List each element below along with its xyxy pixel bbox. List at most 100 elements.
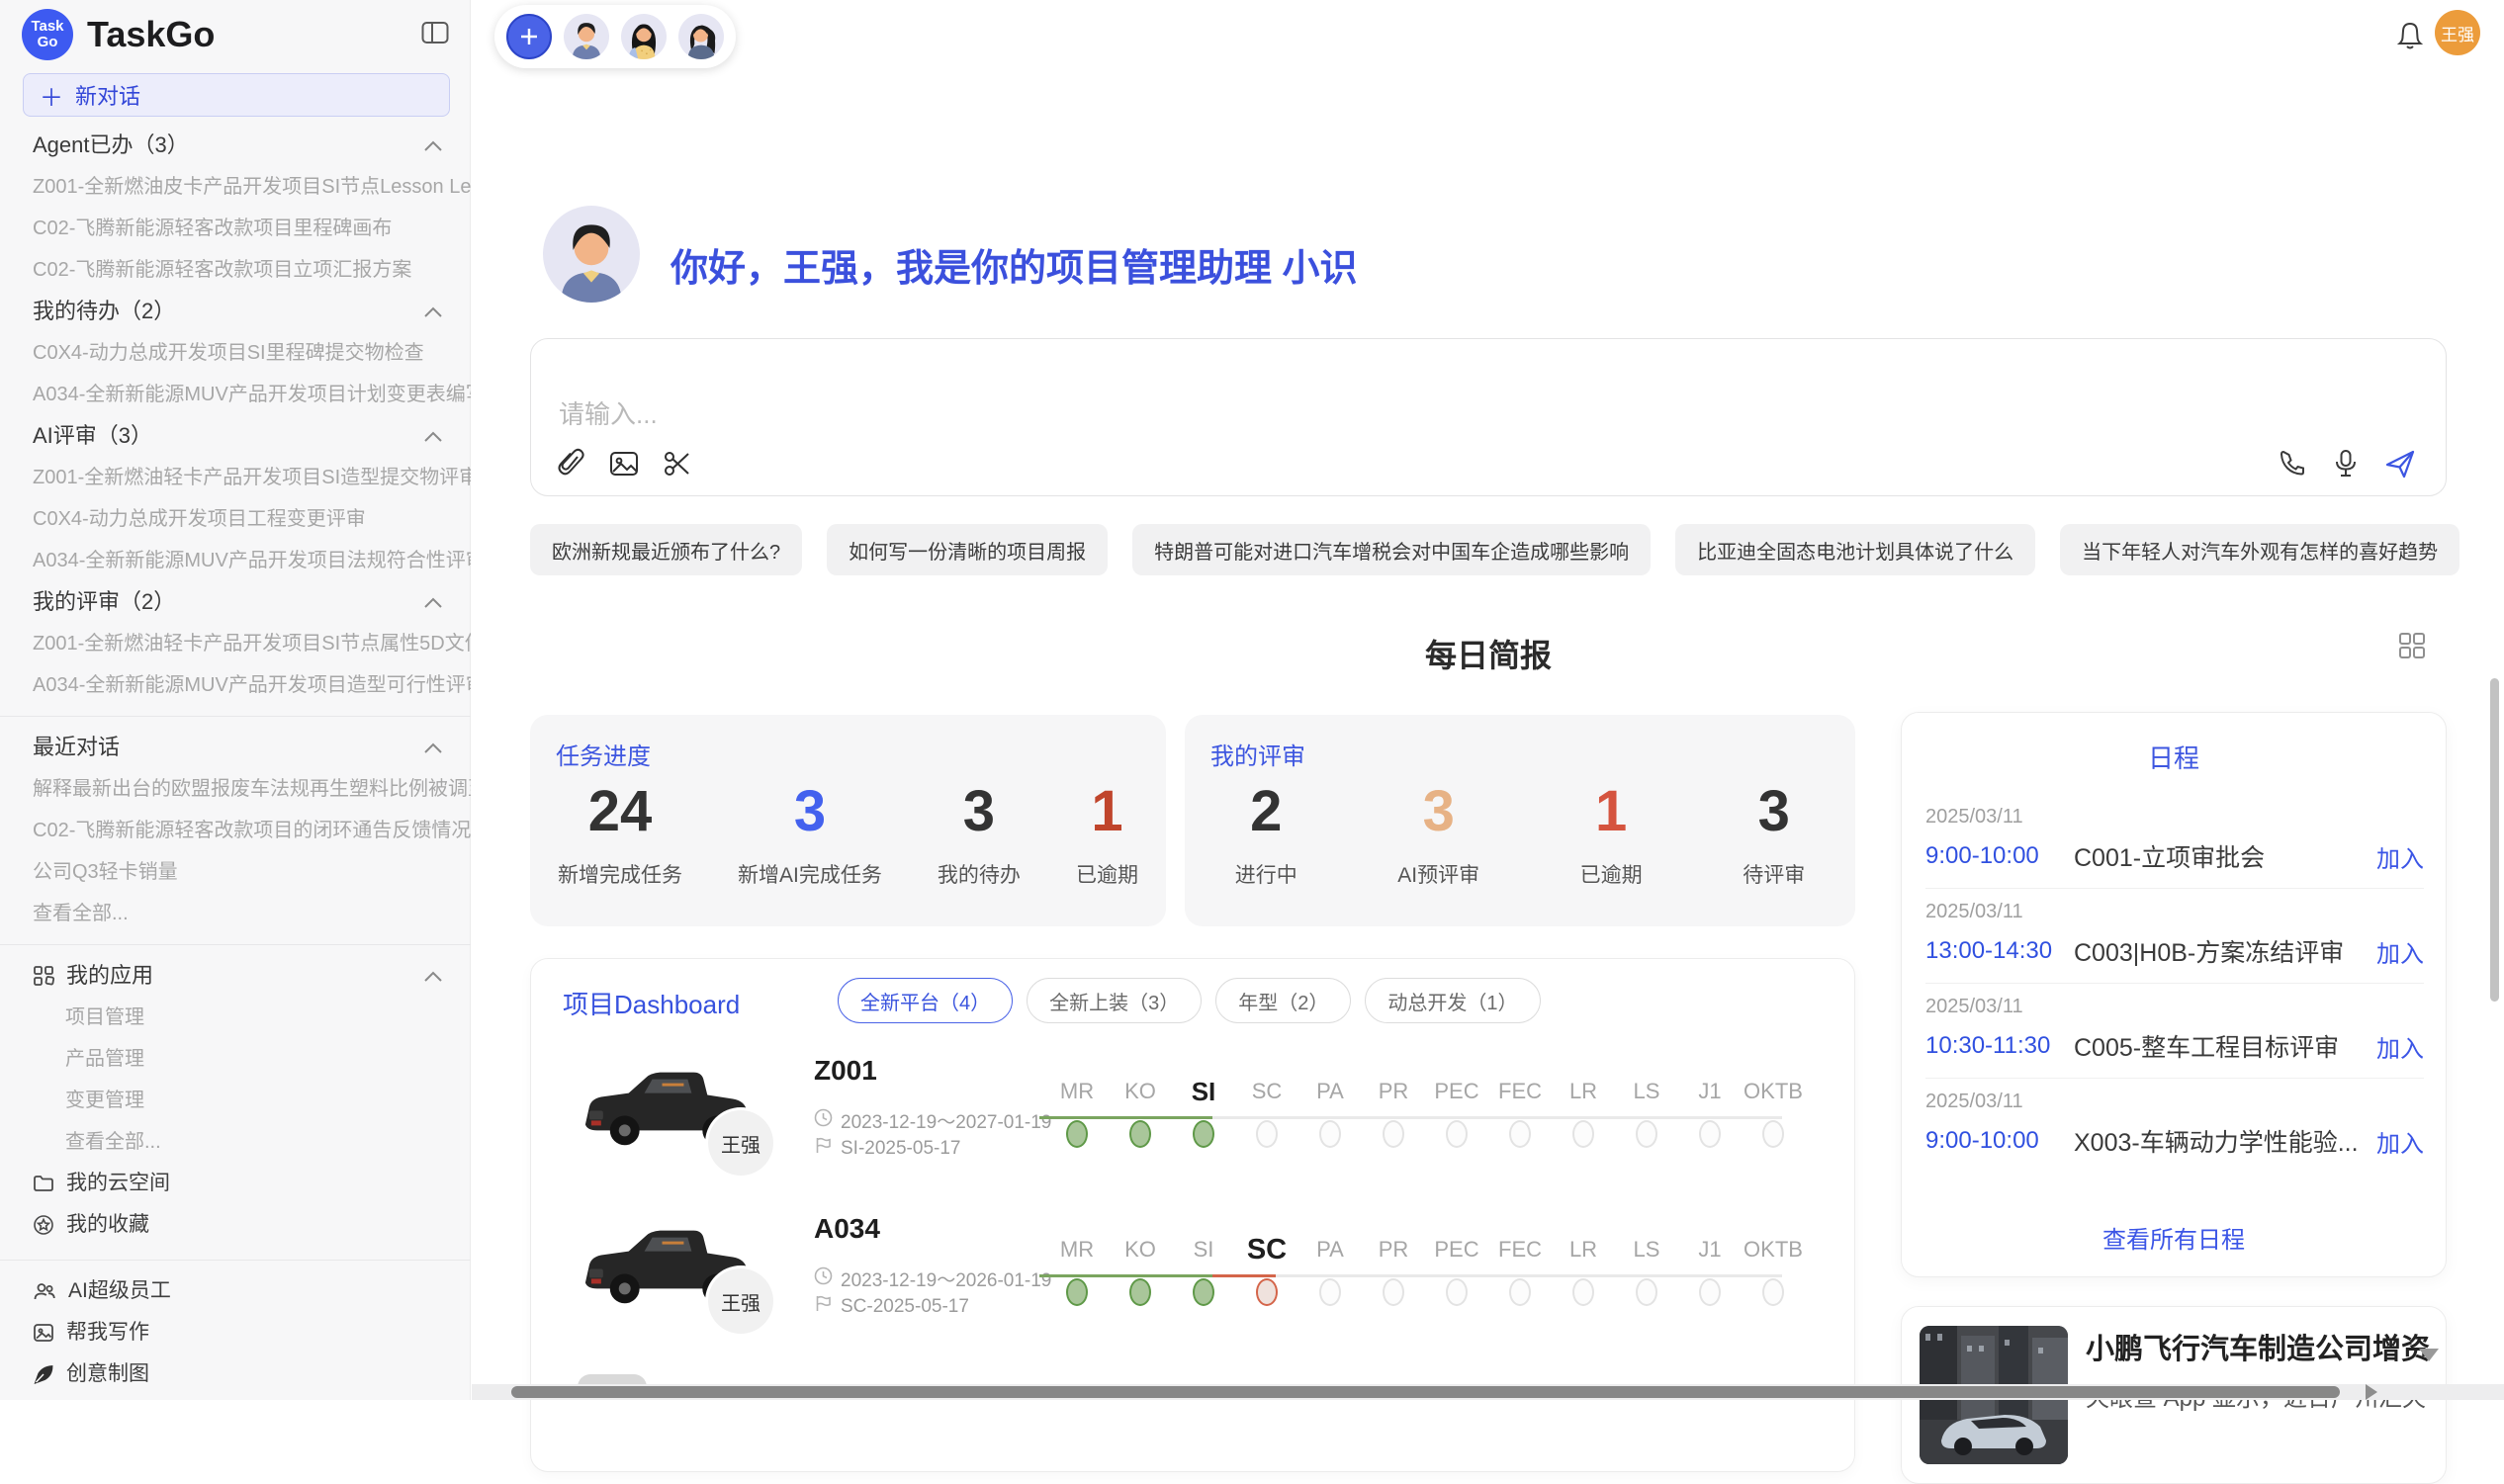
horizontal-scrollbar-thumb[interactable] <box>511 1386 2340 1398</box>
join-meeting-link[interactable]: 加入 <box>2376 934 2424 969</box>
sidebar-section-2[interactable]: AI评审（3） <box>0 415 471 457</box>
sidebar-recent-section[interactable]: 最近对话 <box>0 727 471 768</box>
sidebar-item-favorites[interactable]: 我的收藏 <box>0 1204 471 1246</box>
voice-call-icon[interactable] <box>2278 448 2307 480</box>
app-menu-item[interactable]: 项目管理 <box>0 997 471 1038</box>
news-title: 小鹏飞行汽车制造公司增资 <box>2086 1326 2430 1367</box>
sidebar: Task Go TaskGo ＋ 新对话 Agent已办（3）Z001-全新燃油… <box>0 0 471 1400</box>
sidebar-task-item[interactable]: Z001-全新燃油皮卡产品开发项目SI节点Lesson Learn报告 <box>0 166 471 208</box>
sidebar-item-help-me-write[interactable]: 帮我写作 <box>0 1312 471 1353</box>
milestone-node-pending <box>1762 1120 1784 1148</box>
app-menu-item[interactable]: 查看全部... <box>0 1121 471 1163</box>
recent-chat-item[interactable]: C02-飞腾新能源轻客改款项目的闭环通告反馈情况 <box>0 810 471 851</box>
chat-input[interactable] <box>559 394 2042 434</box>
project-row-Z001[interactable]: 王强Z0012023-12-19～2027-01-19SI-2025-05-17… <box>531 1047 1856 1205</box>
milestone-node-pending <box>1572 1120 1594 1148</box>
agent-avatar-woman-dark[interactable] <box>678 14 724 59</box>
sidebar-task-item[interactable]: C02-飞腾新能源轻客改款项目立项汇报方案 <box>0 249 471 291</box>
view-all-schedule-link[interactable]: 查看所有日程 <box>1902 1220 2446 1255</box>
sidebar-task-item[interactable]: Z001-全新燃油轻卡产品开发项目SI造型提交物评审 <box>0 457 471 498</box>
suggestion-chip[interactable]: 当下年轻人对汽车外观有怎样的喜好趋势 <box>2060 524 2459 575</box>
project-date-range: 2023-12-19～2027-01-19 <box>814 1107 1051 1134</box>
join-meeting-link[interactable]: 加入 <box>2376 1029 2424 1064</box>
sidebar-section-2-label: AI评审（3） <box>33 415 152 457</box>
sidebar-task-item[interactable]: A034-全新新能源MUV产品开发项目造型可行性评审 <box>0 664 471 706</box>
event-name: X003-车辆动力学性能验... <box>2074 1123 2376 1159</box>
assistant-avatar <box>543 206 640 303</box>
scissors-icon[interactable] <box>662 448 693 480</box>
sidebar-task-item[interactable]: C0X4-动力总成开发项目SI里程碑提交物检查 <box>0 332 471 374</box>
milestone-node-pending <box>1699 1120 1721 1148</box>
app-menu-item[interactable]: 变更管理 <box>0 1080 471 1121</box>
milestone-label: SC <box>1235 1077 1298 1106</box>
sidebar-task-item[interactable]: C0X4-动力总成开发项目工程变更评审 <box>0 498 471 540</box>
agent-avatar-man[interactable] <box>564 14 609 59</box>
send-icon[interactable] <box>2384 448 2416 480</box>
dashboard-tab-2[interactable]: 年型（2） <box>1215 978 1351 1023</box>
add-agent-button[interactable] <box>506 14 552 59</box>
suggestion-chip[interactable]: 比亚迪全固态电池计划具体说了什么 <box>1675 524 2035 575</box>
folder-icon <box>33 1174 54 1193</box>
sidebar-my-apps-section-label: 我的应用 <box>66 955 153 997</box>
user-avatar[interactable]: 王强 <box>2435 10 2480 55</box>
milestone-J1: J1 <box>1678 1077 1742 1148</box>
sidebar-item-creative-drawing[interactable]: 创意制图 <box>0 1353 471 1395</box>
sidebar-lists: Agent已办（3）Z001-全新燃油皮卡产品开发项目SI节点Lesson Le… <box>0 125 471 1395</box>
attachment-icon[interactable] <box>557 448 586 480</box>
agent-avatar-woman-yellow[interactable] <box>621 14 667 59</box>
chevron-up-icon[interactable] <box>423 291 443 332</box>
sidebar-collapse-icon[interactable] <box>421 21 449 49</box>
join-meeting-link[interactable]: 加入 <box>2376 839 2424 874</box>
new-chat-button[interactable]: ＋ 新对话 <box>23 73 450 117</box>
stat-label: 新增AI完成任务 <box>738 859 882 889</box>
app-menu-item[interactable]: 产品管理 <box>0 1038 471 1080</box>
milestone-label: OKTB <box>1742 1077 1805 1106</box>
notification-bell-icon[interactable] <box>2395 20 2425 56</box>
recent-chat-item[interactable]: 查看全部... <box>0 893 471 934</box>
scroll-down-arrow[interactable] <box>2419 1349 2439 1361</box>
suggestion-chip[interactable]: 特朗普可能对进口汽车增税会对中国车企造成哪些影响 <box>1132 524 1651 575</box>
briefing-layout-icon[interactable] <box>2397 631 2427 665</box>
scroll-right-arrow[interactable] <box>2366 1384 2377 1400</box>
chevron-up-icon[interactable] <box>423 581 443 623</box>
sidebar-section-3-label: 我的评审（2） <box>33 581 175 623</box>
milestone-connector <box>1466 1116 1529 1119</box>
app-logo: Task Go <box>22 9 73 60</box>
sidebar-task-item[interactable]: A034-全新新能源MUV产品开发项目计划变更表编写 <box>0 374 471 415</box>
sidebar-task-item[interactable]: A034-全新新能源MUV产品开发项目法规符合性评审 <box>0 540 471 581</box>
dashboard-tab-3[interactable]: 动总开发（1） <box>1365 978 1540 1023</box>
review-card-title: 我的评审 <box>1210 737 1305 771</box>
sidebar-item-cloud-space[interactable]: 我的云空间 <box>0 1163 471 1204</box>
dashboard-tab-1[interactable]: 全新上装（3） <box>1027 978 1202 1023</box>
chevron-up-icon[interactable] <box>423 727 443 768</box>
chevron-up-icon[interactable] <box>423 125 443 166</box>
recent-chat-item[interactable]: 公司Q3轻卡销量 <box>0 851 471 893</box>
chevron-up-icon[interactable] <box>423 955 443 997</box>
sidebar-task-item[interactable]: C02-飞腾新能源轻客改款项目里程碑画布 <box>0 208 471 249</box>
milestone-label: J1 <box>1678 1235 1742 1265</box>
project-row-A034[interactable]: 王强A0342023-12-19～2026-01-19SC-2025-05-17… <box>531 1205 1856 1363</box>
project-code: A034 <box>814 1213 880 1245</box>
milestone-node-pending <box>1256 1120 1278 1148</box>
microphone-icon[interactable] <box>2331 448 2361 480</box>
image-upload-icon[interactable] <box>608 448 640 480</box>
event-date: 2025/03/11 <box>1925 1091 2424 1113</box>
join-meeting-link[interactable]: 加入 <box>2376 1124 2424 1159</box>
task-stats: 24新增完成任务3新增AI完成任务3我的待办1已逾期 <box>530 780 1166 889</box>
sidebar-section-1[interactable]: 我的待办（2） <box>0 291 471 332</box>
sidebar-section-0[interactable]: Agent已办（3） <box>0 125 471 166</box>
recent-chat-item[interactable]: 解释最新出台的欧盟报废车法规再生塑料比例被调至15%... <box>0 768 471 810</box>
suggestion-chip[interactable]: 如何写一份清晰的项目周报 <box>827 524 1108 575</box>
sidebar-item-ai-super-staff[interactable]: AI超级员工 <box>0 1270 471 1312</box>
dashboard-tab-0[interactable]: 全新平台（4） <box>838 978 1013 1023</box>
sidebar-tool-label: AI超级员工 <box>68 1270 171 1312</box>
sidebar-section-3[interactable]: 我的评审（2） <box>0 581 471 623</box>
milestone-node-pending <box>1636 1120 1657 1148</box>
vertical-scrollbar-thumb[interactable] <box>2490 678 2499 1002</box>
suggestion-chip[interactable]: 欧洲新规最近颁布了什么? <box>530 524 802 575</box>
sidebar-task-item[interactable]: Z001-全新燃油轻卡产品开发项目SI节点属性5D文件评审 <box>0 623 471 664</box>
chevron-up-icon[interactable] <box>423 415 443 457</box>
milestone-timeline: MRKOSISCPAPRPECFECLRLSJ1OKTB <box>1045 1205 1836 1363</box>
sidebar-my-apps-section[interactable]: 我的应用 <box>0 955 471 997</box>
flag-text: SC-2025-05-17 <box>841 1296 969 1318</box>
